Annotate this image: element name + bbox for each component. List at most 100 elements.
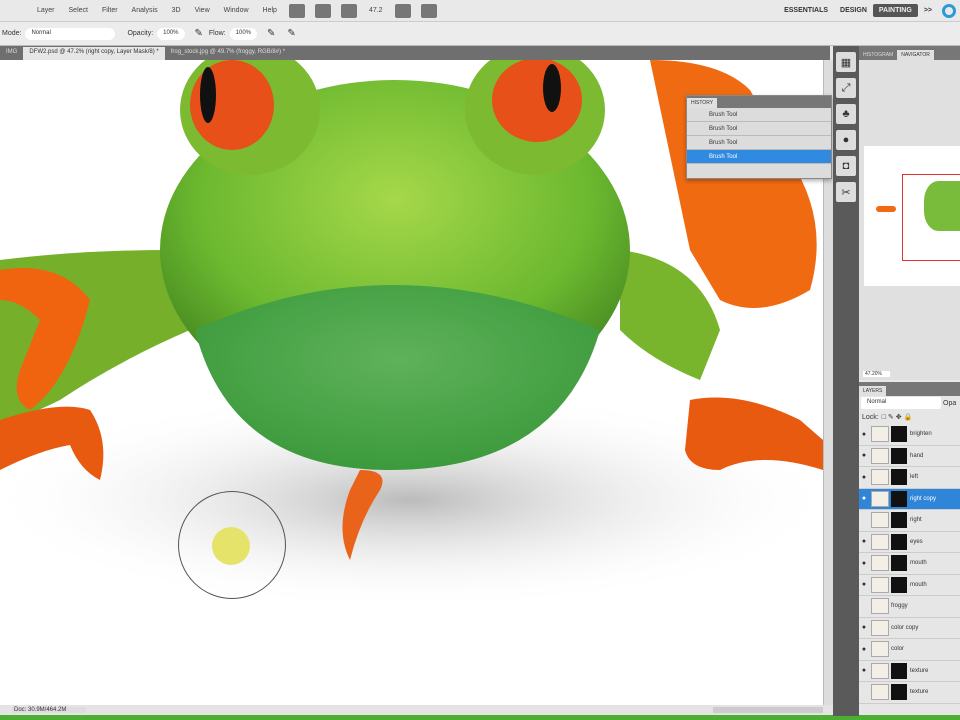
history-item[interactable]: Brush Tool: [687, 108, 831, 122]
airbrush-icon[interactable]: ✎: [267, 28, 275, 39]
mode-select[interactable]: Normal: [25, 27, 116, 40]
history-panel: HISTORY Brush Tool Brush Tool Brush Tool…: [686, 95, 832, 179]
layer-row[interactable]: ● mouth: [859, 553, 960, 575]
visibility-eye-icon[interactable]: ●: [859, 452, 869, 459]
layer-row[interactable]: right: [859, 510, 960, 532]
visibility-eye-icon[interactable]: ●: [859, 624, 869, 631]
layer-row[interactable]: froggy: [859, 596, 960, 618]
layer-row[interactable]: ● hand: [859, 446, 960, 467]
view-extras-button[interactable]: [340, 3, 357, 18]
navigator-preview[interactable]: [864, 146, 960, 286]
navigator-view-box[interactable]: [902, 174, 960, 261]
doc-tab-dfw2[interactable]: DFW2.psd @ 47.2% (right copy, Layer Mask…: [23, 47, 165, 60]
layer-row[interactable]: ● right copy: [859, 488, 960, 510]
histogram-panel-icon[interactable]: ▦: [836, 52, 856, 72]
layer-mask-thumbnail[interactable]: [891, 533, 907, 550]
menu-window[interactable]: Window: [217, 7, 256, 14]
menu-select[interactable]: Select: [62, 7, 95, 14]
visibility-eye-icon[interactable]: ●: [859, 538, 869, 545]
tools-icon[interactable]: ✂: [836, 182, 856, 202]
layer-mask-thumbnail[interactable]: [891, 662, 907, 679]
layer-thumbnail: [871, 684, 889, 701]
history-item[interactable]: Brush Tool: [687, 122, 831, 136]
mode-label: Mode:: [2, 30, 22, 37]
layer-name: texture: [910, 689, 929, 696]
menu-view[interactable]: View: [188, 7, 217, 14]
document-tabs: IMG DFW2.psd @ 47.2% (right copy, Layer …: [0, 46, 830, 60]
flow-input[interactable]: 100%: [229, 27, 257, 40]
launch-bridge-button[interactable]: [288, 3, 305, 18]
workspace-painting[interactable]: PAINTING: [872, 4, 918, 17]
cs-live-icon[interactable]: [942, 3, 956, 18]
green-border: [0, 715, 960, 720]
panel-icon-strip: ▦ ⤢ ♣ ● ◘ ✂: [833, 46, 859, 716]
brush-presets-icon[interactable]: ♣: [836, 104, 856, 124]
navigator-panel-icon[interactable]: ⤢: [836, 78, 856, 98]
layers-panel: LAYERS Normal Opa Lock: □ ✎ ✥ 🔒 ● bright…: [859, 382, 960, 715]
opacity-label: Opacity:: [127, 30, 154, 37]
launch-minibridge-button[interactable]: [314, 3, 331, 18]
layer-row[interactable]: ● texture: [859, 661, 960, 682]
layer-thumbnail: [871, 576, 889, 593]
layer-mask-thumbnail[interactable]: [891, 490, 907, 507]
blend-mode-select[interactable]: Normal: [861, 397, 941, 409]
doc-tab-img[interactable]: IMG: [0, 47, 23, 60]
navigator-zoom-input[interactable]: 47.20%: [863, 371, 890, 377]
tab-navigator[interactable]: NAVIGATOR: [897, 50, 934, 60]
doc-tab-frog-stock[interactable]: frog_stock.jpg @ 49.7% (froggy, RGB/8#) …: [165, 47, 291, 60]
arrange-documents-button[interactable]: [394, 3, 411, 18]
menu-help[interactable]: Help: [256, 7, 284, 14]
visibility-eye-icon[interactable]: ●: [859, 495, 869, 502]
layer-row[interactable]: ● color: [859, 639, 960, 661]
clone-source-icon[interactable]: ●: [836, 130, 856, 150]
history-item-selected[interactable]: Brush Tool: [687, 150, 831, 164]
layer-mask-thumbnail[interactable]: [891, 469, 907, 486]
visibility-eye-icon[interactable]: ●: [859, 474, 869, 481]
zoom-level-select[interactable]: 47.2: [362, 7, 390, 14]
layer-row[interactable]: ● mouth: [859, 575, 960, 596]
menu-3d[interactable]: 3D: [165, 7, 188, 14]
layer-row[interactable]: texture: [859, 682, 960, 704]
menu-bar: Layer Select Filter Analysis 3D View Win…: [0, 0, 960, 22]
tab-layers[interactable]: LAYERS: [859, 386, 887, 396]
layer-mask-thumbnail[interactable]: [891, 512, 907, 529]
layer-mask-thumbnail[interactable]: [891, 426, 907, 443]
brush-color-dot: [212, 527, 250, 565]
menu-analysis[interactable]: Analysis: [125, 7, 165, 14]
screen-mode-button[interactable]: [420, 3, 437, 18]
opacity-input[interactable]: 100%: [157, 27, 185, 40]
visibility-eye-icon[interactable]: ●: [859, 431, 869, 438]
masks-icon[interactable]: ◘: [836, 156, 856, 176]
layer-row[interactable]: ● color copy: [859, 618, 960, 639]
horizontal-scrollbar[interactable]: [713, 707, 823, 713]
menu-filter[interactable]: Filter: [95, 7, 125, 14]
layer-row[interactable]: ● brighten: [859, 424, 960, 446]
history-item[interactable]: Brush Tool: [687, 136, 831, 150]
layer-mask-thumbnail[interactable]: [891, 447, 907, 464]
layer-row[interactable]: ● eyes: [859, 532, 960, 553]
pressure-opacity-icon[interactable]: ✎: [195, 28, 203, 39]
lock-icons[interactable]: □ ✎ ✥ 🔒: [882, 413, 913, 421]
doc-size: Doc: 30.9M/464.2M: [12, 707, 87, 713]
visibility-eye-icon[interactable]: ●: [859, 560, 869, 567]
visibility-eye-icon[interactable]: ●: [859, 667, 869, 674]
layer-thumbnail: [871, 426, 889, 443]
layer-mask-thumbnail[interactable]: [891, 684, 907, 701]
workspace-design[interactable]: DESIGN: [834, 4, 873, 17]
tab-histogram[interactable]: HISTOGRAM: [859, 50, 897, 60]
visibility-eye-icon[interactable]: ●: [859, 646, 869, 653]
layer-thumbnail: [871, 512, 889, 529]
layer-row[interactable]: ● left: [859, 467, 960, 489]
history-tab[interactable]: HISTORY: [687, 98, 718, 108]
layer-name: eyes: [910, 538, 923, 545]
pressure-size-icon[interactable]: ✎: [287, 28, 295, 39]
layer-mask-thumbnail[interactable]: [891, 576, 907, 593]
menu-layer[interactable]: Layer: [30, 7, 62, 14]
workspace-more[interactable]: >>: [918, 4, 938, 17]
layer-name: right: [910, 517, 922, 524]
layer-thumbnail: [871, 641, 889, 658]
workspace-essentials[interactable]: ESSENTIALS: [778, 4, 834, 17]
layer-mask-thumbnail[interactable]: [891, 555, 907, 572]
layer-name: right copy: [910, 495, 937, 502]
visibility-eye-icon[interactable]: ●: [859, 581, 869, 588]
